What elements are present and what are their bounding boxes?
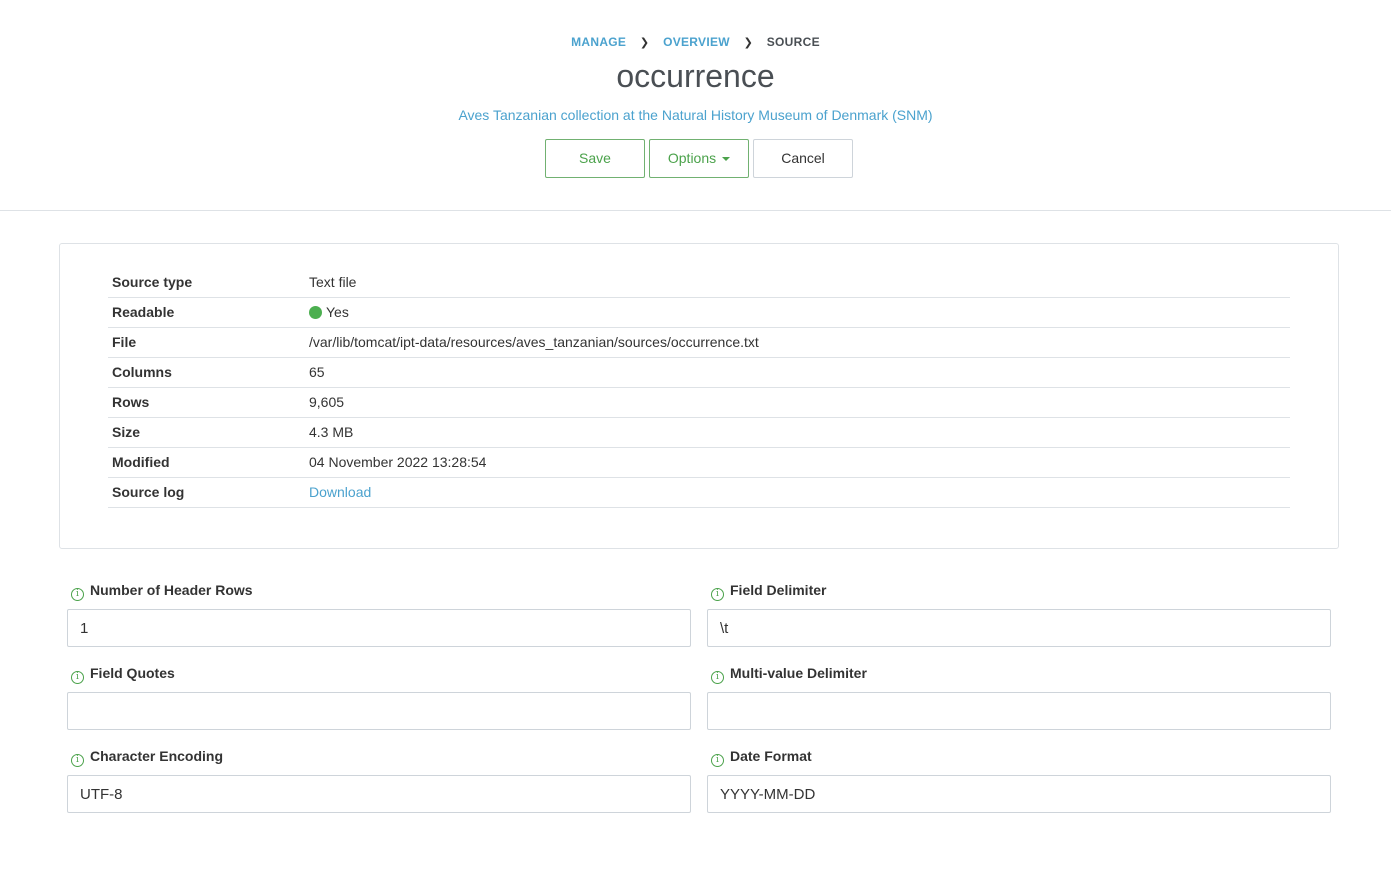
date-format-field: i Date Format	[707, 748, 1331, 813]
character-encoding-label-text: Character Encoding	[90, 748, 224, 764]
row-key: Readable	[108, 297, 305, 328]
field-quotes-input[interactable]	[67, 692, 691, 730]
header-rows-label: i Number of Header Rows	[67, 582, 691, 602]
caret-down-icon	[722, 157, 731, 162]
row-key: Source log	[108, 477, 305, 508]
date-format-label: i Date Format	[707, 748, 1331, 768]
row-key: Source type	[108, 267, 305, 298]
chevron-right-icon: ❯	[743, 37, 754, 49]
row-value: /var/lib/tomcat/ipt-data/resources/aves_…	[305, 327, 1290, 358]
info-icon[interactable]: i	[71, 754, 84, 767]
options-label: Options	[667, 150, 717, 166]
table-row: Columns 65	[108, 357, 1290, 388]
field-delimiter-field: i Field Delimiter	[707, 582, 1331, 647]
breadcrumb-overview-link[interactable]: OVERVIEW	[663, 35, 730, 49]
row-value: Text file	[305, 267, 1290, 298]
resource-subtitle: Aves Tanzanian collection at the Natural…	[0, 107, 1391, 123]
multi-value-delimiter-label-text: Multi-value Delimiter	[730, 665, 867, 681]
row-key: Modified	[108, 447, 305, 478]
chevron-right-icon: ❯	[639, 37, 650, 49]
info-icon[interactable]: i	[711, 754, 724, 767]
row-value: 04 November 2022 13:28:54	[305, 447, 1290, 478]
character-encoding-label: i Character Encoding	[67, 748, 691, 768]
row-value: 9,605	[305, 387, 1290, 418]
breadcrumb-manage-link[interactable]: MANAGE	[571, 35, 626, 49]
row-key: File	[108, 327, 305, 358]
field-quotes-field: i Field Quotes	[67, 665, 691, 730]
table-row: Source type Text file	[108, 267, 1290, 298]
date-format-label-text: Date Format	[730, 748, 812, 764]
page-header: MANAGE ❯ OVERVIEW ❯ SOURCE occurrence Av…	[0, 0, 1391, 211]
page-title: occurrence	[616, 58, 775, 94]
table-row: Size 4.3 MB	[108, 417, 1290, 448]
character-encoding-input[interactable]	[67, 775, 691, 813]
field-delimiter-input[interactable]	[707, 609, 1331, 647]
source-info-table: Source type Text file Readable Yes File …	[108, 267, 1290, 508]
resource-link[interactable]: Aves Tanzanian collection at the Natural…	[458, 107, 932, 123]
field-delimiter-label: i Field Delimiter	[707, 582, 1331, 602]
readable-value: Yes	[326, 304, 349, 320]
field-quotes-label: i Field Quotes	[67, 665, 691, 685]
character-encoding-field: i Character Encoding	[67, 748, 691, 813]
table-row: Source log Download	[108, 477, 1290, 508]
field-delimiter-label-text: Field Delimiter	[730, 582, 827, 598]
table-row: Rows 9,605	[108, 387, 1290, 418]
options-dropdown-button[interactable]: Options	[649, 139, 749, 178]
table-row: File /var/lib/tomcat/ipt-data/resources/…	[108, 327, 1290, 358]
row-key: Size	[108, 417, 305, 448]
source-info-card: Source type Text file Readable Yes File …	[59, 243, 1339, 549]
multi-value-delimiter-label: i Multi-value Delimiter	[707, 665, 1331, 685]
info-icon[interactable]: i	[711, 588, 724, 601]
row-value: 4.3 MB	[305, 417, 1290, 448]
header-rows-label-text: Number of Header Rows	[90, 582, 253, 598]
readable-status: Yes	[305, 297, 1290, 328]
status-dot-icon	[309, 306, 322, 319]
save-button[interactable]: Save	[545, 139, 645, 178]
download-log-link[interactable]: Download	[309, 484, 371, 500]
info-icon[interactable]: i	[71, 671, 84, 684]
field-quotes-label-text: Field Quotes	[90, 665, 175, 681]
info-icon[interactable]: i	[711, 671, 724, 684]
breadcrumb: MANAGE ❯ OVERVIEW ❯ SOURCE	[0, 35, 1391, 49]
row-key: Columns	[108, 357, 305, 388]
multi-value-delimiter-field: i Multi-value Delimiter	[707, 665, 1331, 730]
multi-value-delimiter-input[interactable]	[707, 692, 1331, 730]
table-row: Modified 04 November 2022 13:28:54	[108, 447, 1290, 478]
row-key: Rows	[108, 387, 305, 418]
row-value: 65	[305, 357, 1290, 388]
row-value: Download	[305, 477, 1290, 508]
date-format-input[interactable]	[707, 775, 1331, 813]
breadcrumb-current: SOURCE	[766, 35, 820, 49]
cancel-button[interactable]: Cancel	[753, 139, 853, 178]
header-rows-field: i Number of Header Rows	[67, 582, 691, 647]
table-row: Readable Yes	[108, 297, 1290, 328]
info-icon[interactable]: i	[71, 588, 84, 601]
header-rows-input[interactable]	[67, 609, 691, 647]
